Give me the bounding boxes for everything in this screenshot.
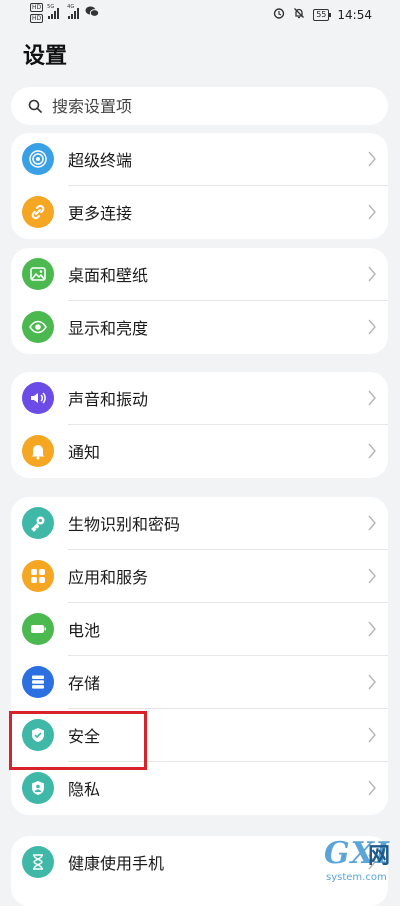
settings-item-label: 生物识别和密码 bbox=[68, 515, 181, 534]
settings-item-label: 应用和服务 bbox=[68, 568, 149, 587]
status-bar: HD HD 5G 4G 55 14:54 bbox=[0, 0, 400, 28]
hourglass-icon bbox=[22, 846, 54, 878]
super-device-icon bbox=[22, 143, 54, 175]
settings-item-apps[interactable]: 应用和服务 bbox=[11, 550, 388, 603]
settings-item-battery[interactable]: 电池 bbox=[11, 603, 388, 656]
settings-item-wallpaper[interactable]: 桌面和壁纸 bbox=[11, 248, 388, 301]
settings-item-label: 健康使用手机 bbox=[68, 854, 165, 873]
storage-icon bbox=[22, 666, 54, 698]
bell-icon bbox=[22, 435, 54, 467]
settings-item-label: 超级终端 bbox=[68, 151, 133, 170]
settings-item-label: 电池 bbox=[68, 621, 101, 640]
eye-icon bbox=[22, 311, 54, 343]
chevron-right-icon bbox=[368, 780, 376, 796]
mute-icon bbox=[293, 7, 305, 22]
settings-item-label: 桌面和壁纸 bbox=[68, 266, 149, 285]
chevron-right-icon bbox=[368, 727, 376, 743]
signal-icon: 4G bbox=[67, 4, 80, 19]
settings-group: 超级终端 更多连接 bbox=[11, 133, 388, 239]
watermark-cn: 网 bbox=[368, 844, 391, 869]
link-icon bbox=[22, 196, 54, 228]
status-left: HD HD 5G 4G bbox=[30, 3, 100, 23]
settings-item-label: 显示和亮度 bbox=[68, 319, 149, 338]
settings-item-biometrics[interactable]: 生物识别和密码 bbox=[11, 497, 388, 550]
hd-badges: HD HD bbox=[30, 3, 44, 23]
hd-badge: HD bbox=[30, 3, 44, 12]
key-icon bbox=[22, 507, 54, 539]
network-type: 5G bbox=[47, 4, 55, 10]
settings-item-label: 存储 bbox=[68, 674, 101, 693]
watermark-logo: GXI 网 system.com bbox=[296, 836, 396, 886]
alarm-icon bbox=[273, 7, 285, 22]
settings-item-more-connections[interactable]: 更多连接 bbox=[11, 186, 388, 239]
battery-icon bbox=[22, 613, 54, 645]
settings-item-label: 更多连接 bbox=[68, 204, 133, 223]
settings-item-display[interactable]: 显示和亮度 bbox=[11, 301, 388, 354]
network-type: 4G bbox=[67, 4, 75, 10]
highlight-box bbox=[9, 711, 147, 770]
apps-icon bbox=[22, 560, 54, 592]
battery-indicator: 55 bbox=[313, 8, 332, 21]
chevron-right-icon bbox=[368, 204, 376, 220]
clock: 14:54 bbox=[337, 7, 372, 22]
settings-item-notifications[interactable]: 通知 bbox=[11, 425, 388, 478]
wallpaper-icon bbox=[22, 258, 54, 290]
settings-item-label: 通知 bbox=[68, 443, 101, 462]
chevron-right-icon bbox=[368, 515, 376, 531]
settings-group: 声音和振动 通知 bbox=[11, 372, 388, 478]
search-input[interactable] bbox=[50, 95, 354, 117]
watermark-site: system.com bbox=[326, 872, 387, 883]
speaker-icon bbox=[22, 382, 54, 414]
chevron-right-icon bbox=[368, 621, 376, 637]
privacy-icon bbox=[22, 772, 54, 804]
chevron-right-icon bbox=[368, 151, 376, 167]
settings-item-super-device[interactable]: 超级终端 bbox=[11, 133, 388, 186]
settings-item-sound[interactable]: 声音和振动 bbox=[11, 372, 388, 425]
search-bar[interactable] bbox=[11, 87, 388, 125]
wechat-icon bbox=[85, 6, 100, 20]
status-right: 55 14:54 bbox=[273, 7, 372, 22]
hd-badge: HD bbox=[30, 14, 44, 23]
settings-item-label: 隐私 bbox=[68, 780, 101, 799]
chevron-right-icon bbox=[368, 568, 376, 584]
settings-item-storage[interactable]: 存储 bbox=[11, 656, 388, 709]
chevron-right-icon bbox=[368, 443, 376, 459]
chevron-right-icon bbox=[368, 319, 376, 335]
chevron-right-icon bbox=[368, 390, 376, 406]
page-title: 设置 bbox=[23, 44, 68, 69]
search-icon bbox=[28, 99, 42, 113]
chevron-right-icon bbox=[368, 674, 376, 690]
settings-item-label: 声音和振动 bbox=[68, 390, 149, 409]
signal-icon: 5G bbox=[47, 4, 60, 19]
settings-group: 桌面和壁纸 显示和亮度 bbox=[11, 248, 388, 354]
chevron-right-icon bbox=[368, 266, 376, 282]
